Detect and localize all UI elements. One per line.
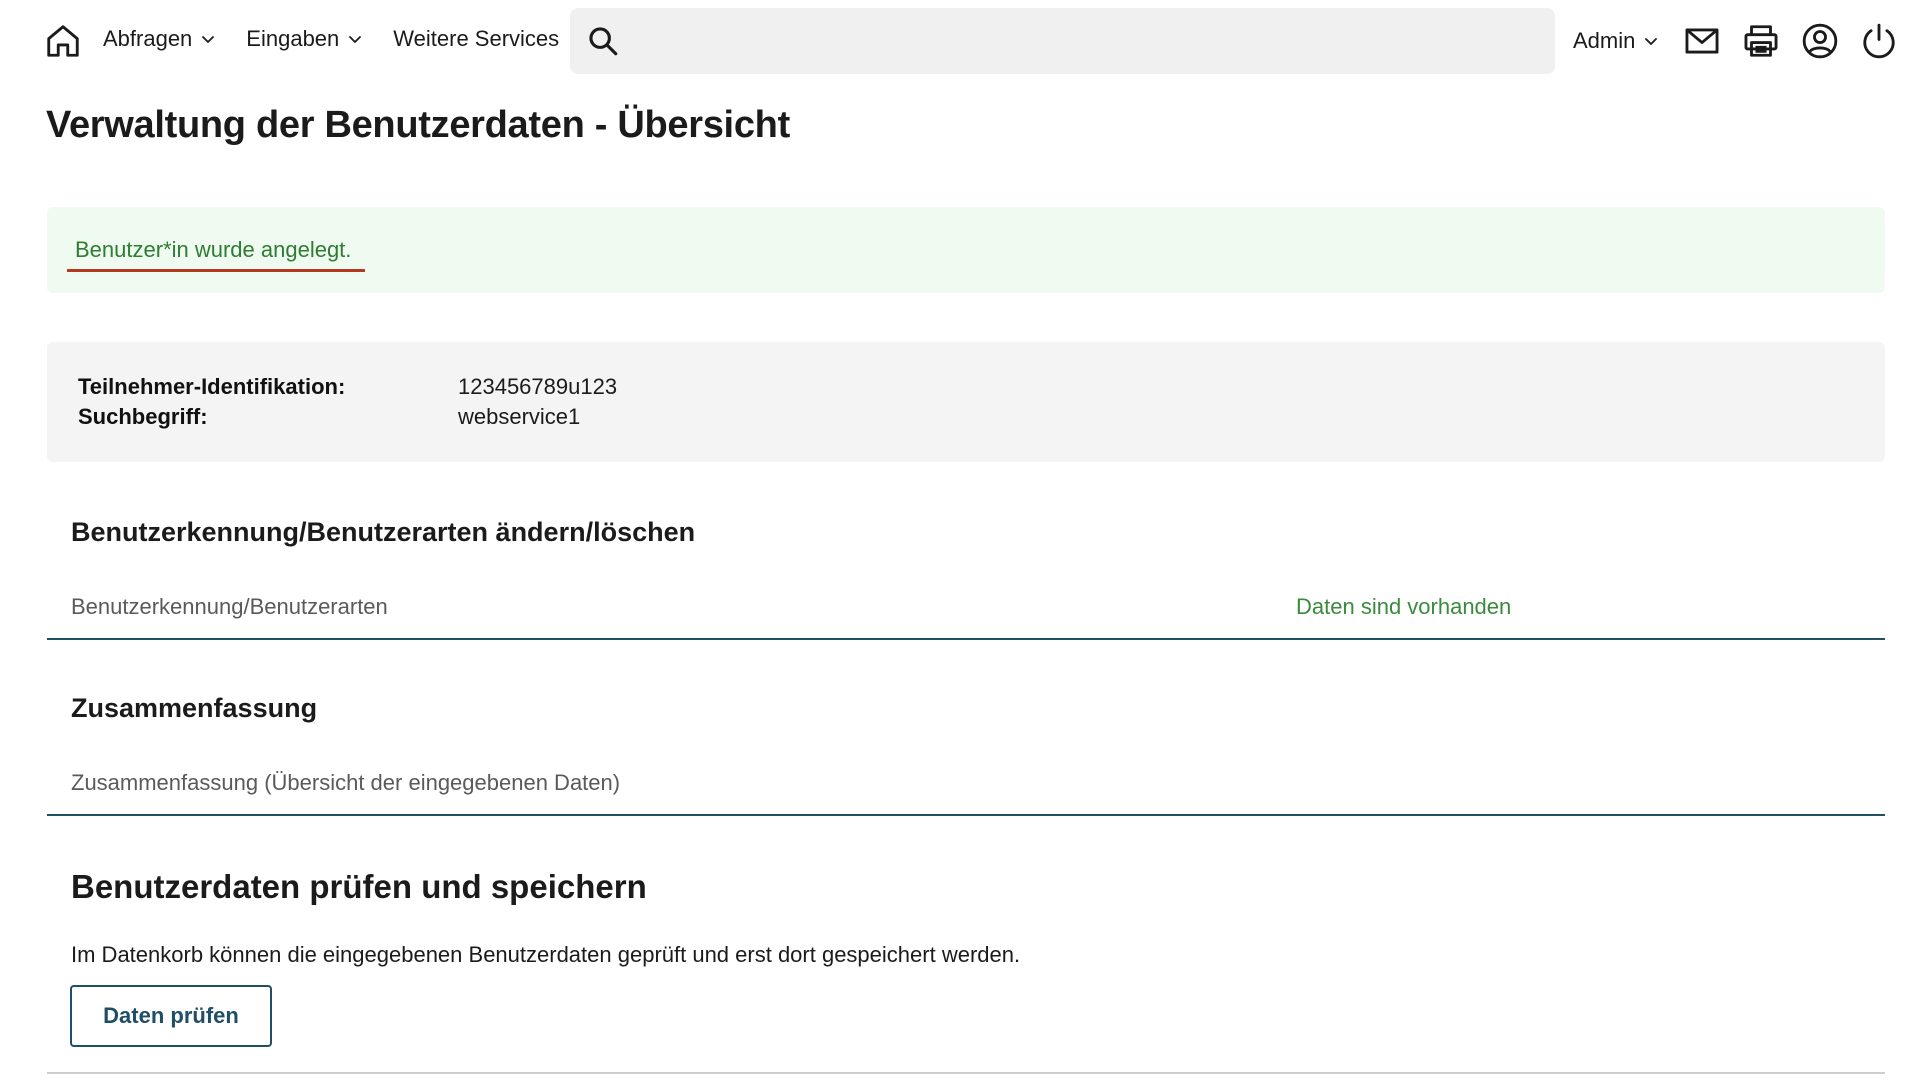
home-icon[interactable] [44,22,82,60]
summary-row[interactable]: Zusammenfassung (Übersicht der eingegebe… [47,756,1885,816]
section-title-user-types: Benutzerkennung/Benutzerarten ändern/lös… [71,517,696,547]
menu-abfragen-label: Abfragen [103,26,193,51]
user-types-row[interactable]: Benutzerkennung/Benutzerarten Daten sind… [47,580,1885,640]
participant-info-box: Teilnehmer-Identifikation: 123456789u123… [47,342,1885,462]
search-bar [570,7,1555,75]
chevron-down-icon [202,36,215,43]
summary-row-label[interactable]: Zusammenfassung (Übersicht der eingegebe… [71,770,620,796]
section-title-check: Benutzerdaten prüfen und speichern [71,868,647,905]
check-data-button[interactable]: Daten prüfen [70,985,272,1047]
main-menu: Abfragen Eingaben Weitere Services [103,26,559,52]
info-row-participant-id: Teilnehmer-Identifikation: 123456789u123 [78,374,617,400]
check-description: Im Datenkorb können die eingegebenen Ben… [71,942,1021,967]
success-alert-message: Benutzer*in wurde angelegt. [67,237,366,272]
user-types-status: Daten sind vorhanden [1296,594,1512,619]
menu-weitere-services[interactable]: Weitere Services [393,26,559,52]
mail-icon[interactable] [1683,22,1721,60]
user-toolbar: Admin [1573,20,1898,62]
info-label: Suchbegriff: [78,404,208,429]
top-navigation-bar: Abfragen Eingaben Weitere Services Admin [0,0,1920,84]
section-title-summary: Zusammenfassung [71,693,318,723]
user-types-row-label[interactable]: Benutzerkennung/Benutzerarten [71,594,388,620]
info-label: Teilnehmer-Identifikation: [78,374,346,399]
admin-label: Admin [1573,28,1636,53]
admin-menu[interactable]: Admin [1573,28,1659,54]
menu-eingaben-label: Eingaben [246,26,340,51]
bottom-divider [47,1072,1885,1074]
menu-abfragen[interactable]: Abfragen [103,26,216,52]
info-value: 123456789u123 [458,374,618,399]
user-account-icon[interactable] [1801,22,1839,60]
search-input[interactable] [620,7,1555,75]
printer-icon[interactable] [1742,22,1780,60]
menu-weitere-services-label: Weitere Services [393,26,560,51]
page: Abfragen Eingaben Weitere Services Admin [0,0,1920,1080]
power-icon[interactable] [1860,22,1898,60]
chevron-down-icon [349,36,362,43]
menu-eingaben[interactable]: Eingaben [246,26,363,52]
success-alert: Benutzer*in wurde angelegt. [47,207,1885,293]
info-row-search-term: Suchbegriff: webservice1 [78,404,580,430]
search-icon[interactable] [586,24,620,58]
chevron-down-icon [1645,38,1658,45]
info-value: webservice1 [458,404,581,429]
page-title: Verwaltung der Benutzerdaten - Übersicht [46,104,790,146]
